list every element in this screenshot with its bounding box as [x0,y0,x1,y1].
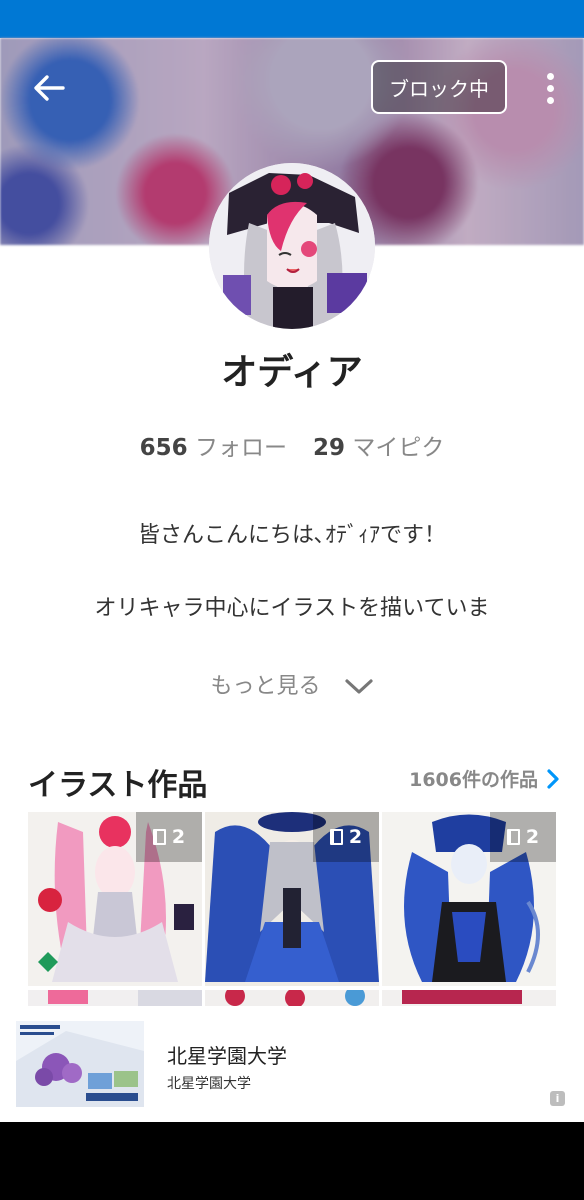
ad-image [16,1021,144,1107]
ad-illustration [16,1021,144,1107]
page-count: 2 [525,826,540,848]
all-works-link[interactable]: 1606件の作品 [409,765,560,792]
illustration-grid: 2 2 2 [28,812,556,1006]
following-count: 656 [139,435,188,461]
arrow-left-icon [34,75,65,101]
ad-advertiser: 北星学園大学 [167,1076,251,1092]
bio-line: オリキャラ中心にイラストを描いていま [94,596,490,621]
mypick-link[interactable]: 29 マイピク [313,435,444,461]
illustration-image [382,990,556,1006]
more-dot [546,84,554,92]
block-status-button[interactable]: ブロック中 [371,60,507,114]
illustration-image [205,990,379,1006]
avatar[interactable] [209,163,375,329]
more-options-button[interactable] [535,68,565,108]
page-count: 2 [348,826,363,848]
illustration-thumbnail[interactable] [28,990,202,1006]
show-more-label: もっと見る [210,674,321,699]
illustrations-section-title: イラスト作品 [28,768,208,803]
following-label: フォロー [195,435,287,461]
pages-icon [329,829,343,845]
page-count: 2 [171,826,186,848]
illustration-thumbnail[interactable]: 2 [205,812,379,986]
page-count-badge: 2 [490,812,556,862]
pages-icon [506,829,520,845]
chevron-right-icon [547,768,559,789]
illustration-thumbnail[interactable]: 2 [28,812,202,986]
avatar-illustration [209,163,375,329]
ad-banner[interactable]: 北星学園大学 北星学園大学 i [0,1007,584,1122]
illustration-image [28,990,202,1006]
profile-name: オディア [221,352,363,393]
chevron-down-icon [344,679,373,694]
page-count-badge: 2 [136,812,202,862]
pages-icon [152,829,166,845]
illustration-thumbnail[interactable] [382,990,556,1006]
works-count-label: 1606件の作品 [409,769,538,791]
ad-info-icon[interactable]: i [550,1091,565,1106]
mypick-count: 29 [313,435,346,461]
illustration-thumbnail[interactable] [205,990,379,1006]
status-bar [0,0,584,38]
ad-title[interactable]: 北星学園大学 [167,1040,287,1069]
more-dot [546,72,554,80]
bio-line: 皆さんこんにちは､ｵﾃﾞｨｱです！ [137,523,446,548]
page-count-badge: 2 [313,812,379,862]
mypick-label: マイピク [352,435,445,461]
show-more-button[interactable]: もっと見る [0,668,584,700]
more-dot [546,96,554,104]
system-navigation-bar [0,1122,584,1200]
back-button[interactable] [26,68,72,108]
following-link[interactable]: 656 フォロー [140,435,287,461]
illustration-thumbnail[interactable]: 2 [382,812,556,986]
profile-stats: 656 フォロー 29 マイピク [0,428,584,462]
